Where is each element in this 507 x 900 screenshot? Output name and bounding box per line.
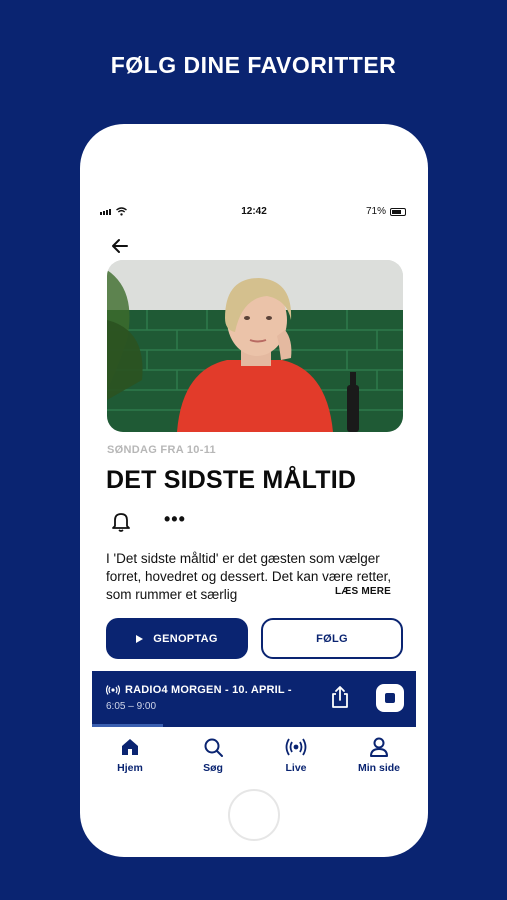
search-icon [204,738,223,757]
follow-button-label: FØLG [316,632,348,645]
bottom-tab-bar: Hjem Søg Live Min side [80,736,428,786]
mini-player[interactable]: RADIO4 MORGEN - 10. APRIL - 6:05 – 9:00 [92,671,416,727]
battery-percent: 71% [365,206,386,217]
player-show-hours: 6:05 – 9:00 [106,701,157,712]
player-show-title: RADIO4 MORGEN - 10. APRIL - [125,684,292,696]
back-arrow-icon[interactable] [110,236,132,256]
tab-search[interactable]: Søg [178,736,248,774]
promo-headline: FØLG DINE FAVORITTER [110,52,397,78]
follow-button[interactable]: FØLG [261,618,403,659]
program-hero-image [107,260,403,432]
phone-frame: 12:42 71% SØNDAG FRA 10-11 DET SIDSTE MÅ… [80,124,428,857]
read-more-link[interactable]: LÆS MERE [332,586,392,597]
battery-icon [390,208,406,216]
tab-my-page-label: Min side [357,762,400,774]
tab-my-page[interactable]: Min side [344,736,414,774]
stop-icon [385,693,395,703]
home-icon [122,739,138,755]
program-title: DET SIDSTE MÅLTID [106,466,357,494]
broadcast-icon [285,738,307,756]
more-options-icon[interactable]: ••• [164,510,186,528]
playback-progress-bar[interactable] [92,724,416,727]
tab-home-label: Hjem [117,762,143,774]
bell-icon[interactable] [110,510,132,532]
tab-live[interactable]: Live [261,736,331,774]
tab-home[interactable]: Hjem [95,736,165,774]
resume-button[interactable]: GENOPTAG [106,618,248,659]
stop-button[interactable] [376,684,404,712]
share-icon[interactable] [330,685,350,709]
tab-live-label: Live [285,762,307,774]
status-bar: 12:42 71% [80,206,428,220]
phone-home-button[interactable] [228,789,280,841]
play-icon [136,634,144,643]
live-broadcast-icon [105,685,121,697]
resume-button-label: GENOPTAG [153,632,218,645]
program-schedule: SØNDAG FRA 10-11 [107,444,216,456]
tab-search-label: Søg [203,762,223,774]
person-icon [370,737,388,757]
